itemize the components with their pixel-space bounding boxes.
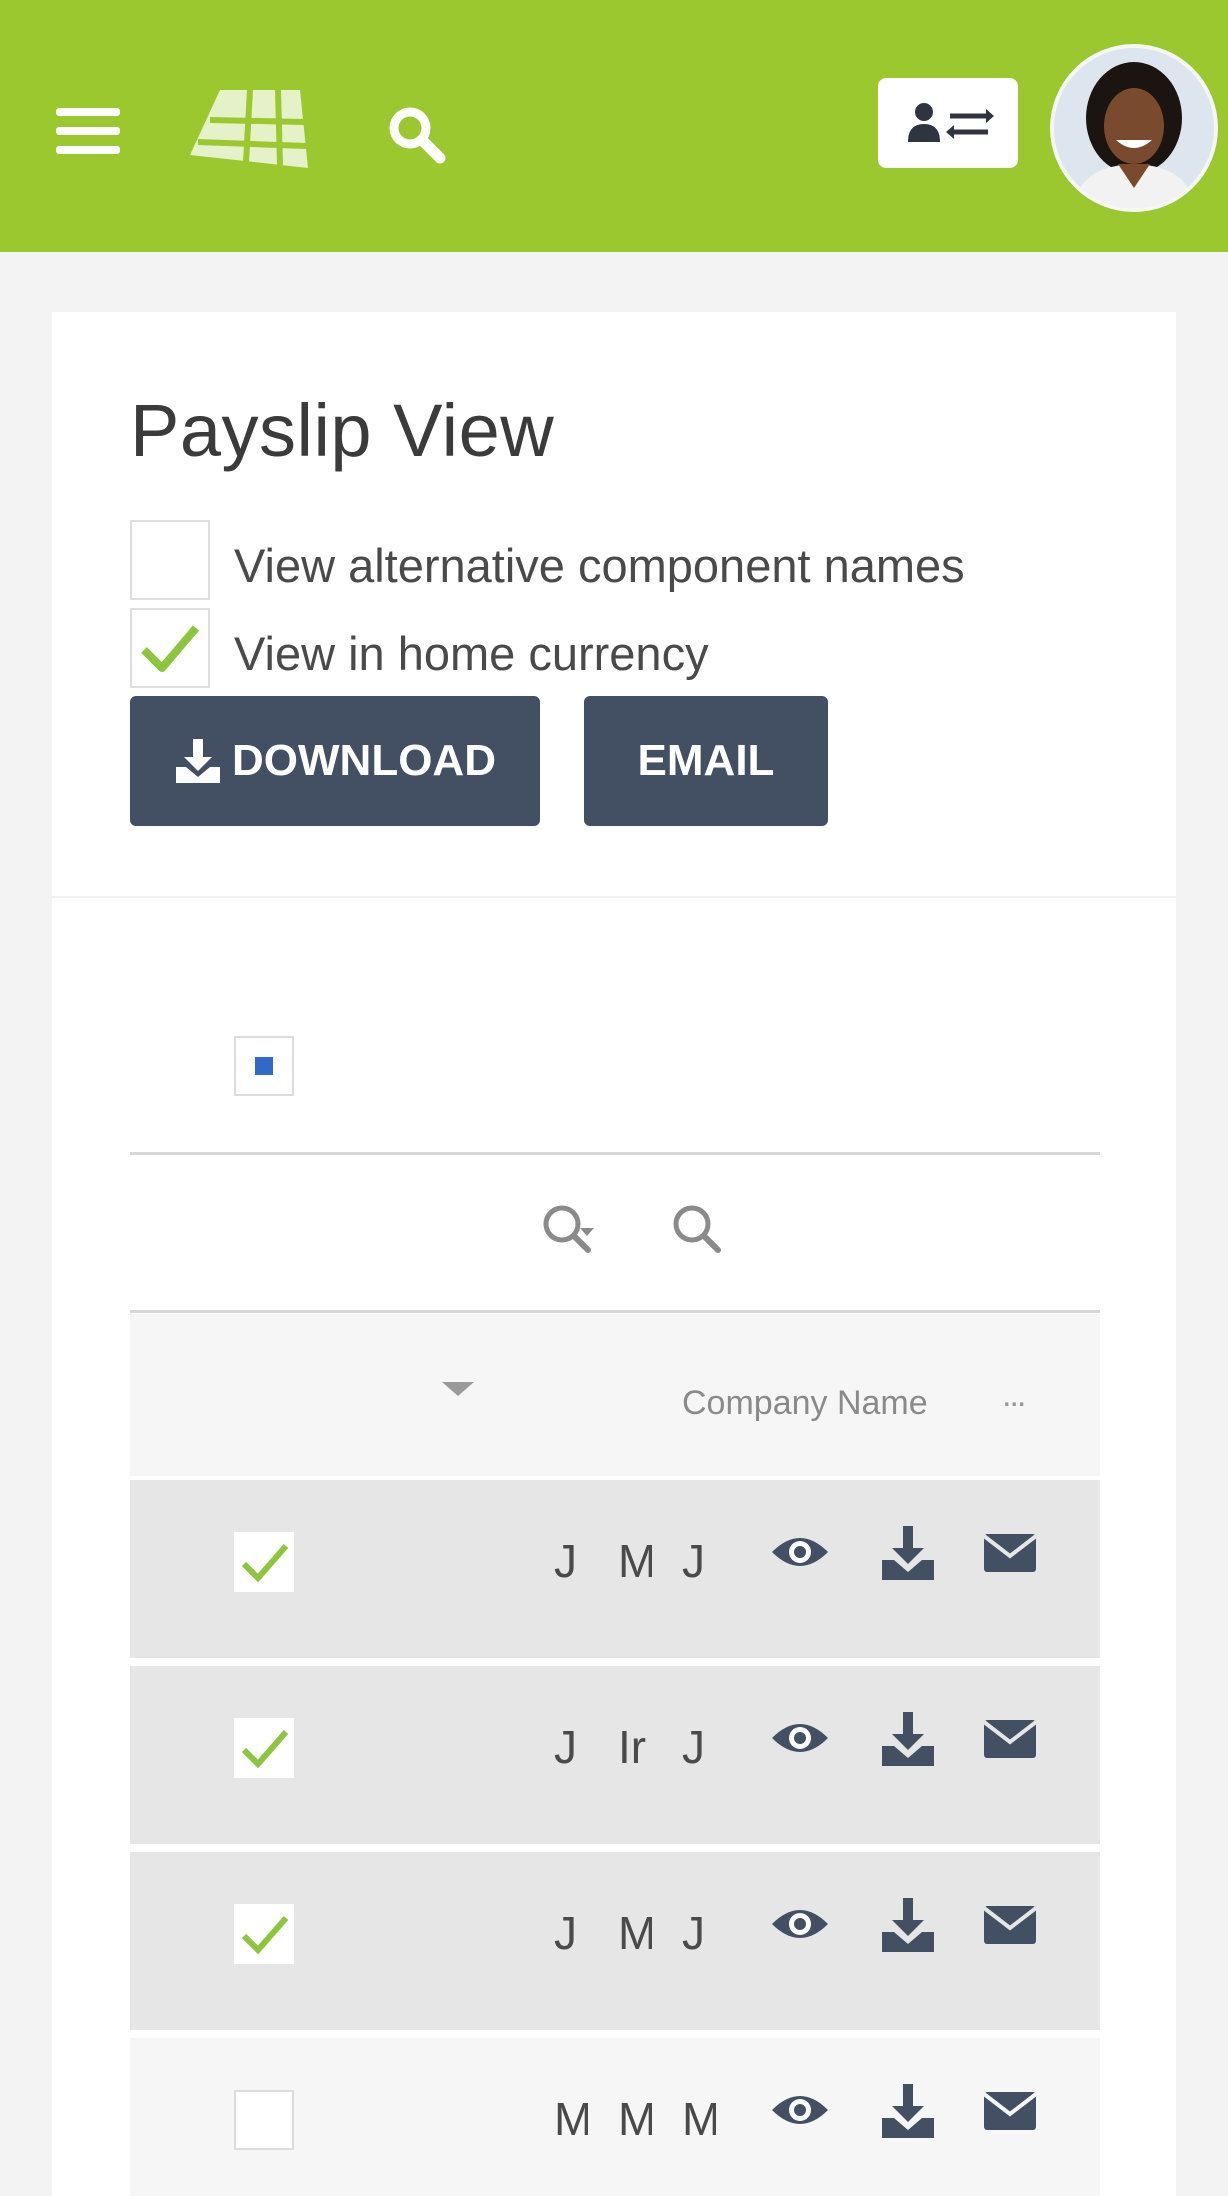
table-row[interactable]: J M J: [130, 1852, 1100, 2030]
option-home-currency: View in home currency: [130, 608, 1090, 690]
table-cell: M: [682, 2093, 716, 2145]
download-icon[interactable]: [876, 1520, 940, 1584]
table-cell: J: [682, 1721, 705, 1773]
table-cell: M: [618, 2093, 652, 2145]
download-icon: [176, 739, 221, 783]
search-icon[interactable]: [382, 100, 452, 170]
checkmark-icon: [241, 1730, 289, 1769]
envelope-icon[interactable]: [978, 1706, 1042, 1770]
home-currency-checkbox[interactable]: [130, 608, 210, 688]
top-bar: [0, 0, 1228, 252]
option-label: View in home currency: [234, 627, 709, 680]
table-cell: J: [554, 1535, 577, 1587]
checkmark-icon: [241, 1916, 289, 1955]
table-header: Company Name ...: [130, 1314, 1100, 1476]
download-icon[interactable]: [876, 1892, 940, 1956]
eye-icon[interactable]: [768, 1706, 832, 1770]
table-cell: J: [554, 1721, 577, 1773]
row-checkbox[interactable]: [234, 1904, 294, 1964]
eye-icon[interactable]: [768, 2078, 832, 2142]
column-menu-button[interactable]: ...: [1002, 1376, 1026, 1415]
avatar-image: [1054, 48, 1214, 208]
email-label: EMAIL: [637, 736, 775, 785]
table-cell: M: [618, 1535, 652, 1587]
envelope-icon[interactable]: [978, 1520, 1042, 1584]
hamburger-icon[interactable]: [56, 108, 120, 154]
row-checkbox[interactable]: [234, 1718, 294, 1778]
envelope-icon[interactable]: [978, 1892, 1042, 1956]
eye-icon[interactable]: [768, 1520, 832, 1584]
switch-user-button[interactable]: [878, 78, 1018, 168]
alternative-names-checkbox[interactable]: [130, 520, 210, 600]
option-label: View alternative component names: [234, 539, 965, 592]
divider: [130, 1310, 1100, 1313]
download-button[interactable]: DOWNLOAD: [130, 696, 540, 826]
download-icon[interactable]: [876, 2078, 940, 2142]
divider: [130, 1152, 1100, 1155]
envelope-icon[interactable]: [978, 2078, 1042, 2142]
sort-arrow-icon[interactable]: [442, 1382, 474, 1396]
table-cell: J: [682, 1907, 705, 1959]
logo-icon[interactable]: [190, 80, 320, 180]
table-row[interactable]: J Ir J: [130, 1666, 1100, 1844]
table-cell: J: [682, 1535, 705, 1587]
table-cell: J: [554, 1907, 577, 1959]
table-row[interactable]: J M J: [130, 1480, 1100, 1658]
option-alternative-names: View alternative component names: [130, 520, 1090, 602]
user-switch-icon: [908, 103, 994, 142]
column-header-company-name[interactable]: Company Name: [682, 1384, 928, 1423]
table-cell: M: [618, 1907, 652, 1959]
page-title: Payslip View: [130, 389, 555, 472]
table-cell: Ir: [618, 1721, 647, 1773]
checkmark-icon: [141, 625, 200, 672]
table-row[interactable]: M M M: [130, 2038, 1100, 2196]
download-label: DOWNLOAD: [232, 736, 496, 785]
avatar[interactable]: [1054, 48, 1214, 208]
download-icon[interactable]: [876, 1706, 940, 1770]
eye-icon[interactable]: [768, 1892, 832, 1956]
row-checkbox[interactable]: [234, 2090, 294, 2150]
checkmark-icon: [241, 1544, 289, 1583]
search-icon[interactable]: [668, 1200, 728, 1260]
table-cell: M: [554, 2093, 588, 2145]
search-filter-icon[interactable]: [538, 1200, 598, 1260]
row-checkbox[interactable]: [234, 1532, 294, 1592]
select-all-checkbox[interactable]: [234, 1036, 294, 1096]
email-button[interactable]: EMAIL: [584, 696, 828, 826]
